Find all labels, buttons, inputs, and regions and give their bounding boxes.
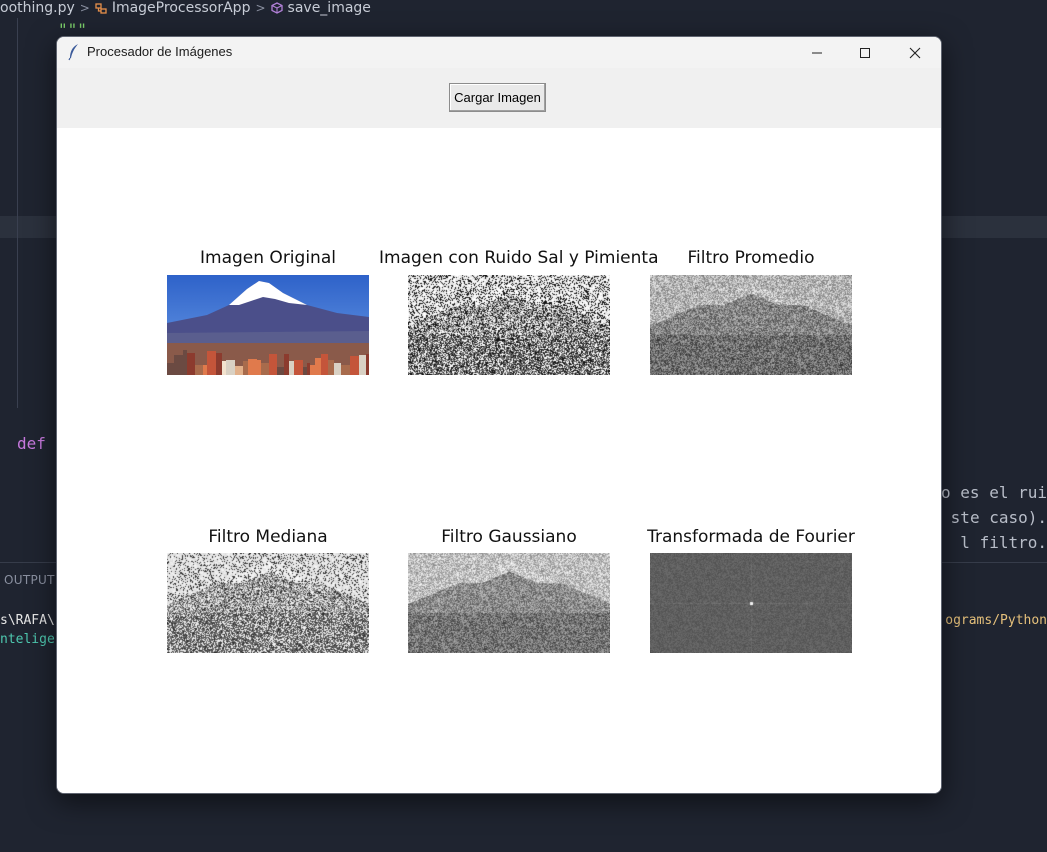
saltpepper-image xyxy=(408,275,610,375)
original-image xyxy=(167,275,369,375)
terminal-line-1: s\RAFA\ xyxy=(0,613,55,628)
maximize-icon xyxy=(860,47,870,58)
breadcrumb-class-label: ImageProcessorApp xyxy=(111,0,251,16)
terminal-line-2: nteliger xyxy=(0,632,63,647)
minimize-icon xyxy=(812,52,822,53)
image-cell-gaussian: Filtro Gaussiano xyxy=(379,527,639,657)
terminal-path: ograms/Python xyxy=(945,613,1047,628)
mean-canvas xyxy=(650,275,852,375)
city-buildings xyxy=(167,350,369,375)
indent-guide xyxy=(17,18,18,408)
fourier-transform-image xyxy=(650,553,852,653)
breadcrumb-file[interactable]: oothing.py xyxy=(0,0,75,16)
method-icon xyxy=(270,2,283,14)
image-processor-window: Procesador de Imágenes Cargar Imagen Ima… xyxy=(56,36,942,794)
breadcrumb-method-label: save_image xyxy=(287,0,371,16)
window-title: Procesador de Imágenes xyxy=(87,44,233,59)
mean-filter-image xyxy=(650,275,852,375)
title-bar[interactable]: Procesador de Imágenes xyxy=(57,37,941,68)
image-cell-mean: Filtro Promedio xyxy=(621,248,881,378)
breadcrumb-class[interactable]: ImageProcessorApp xyxy=(95,0,251,16)
image-label: Filtro Gaussiano xyxy=(441,527,577,547)
code-def-keyword: def xyxy=(17,434,46,453)
saltpepper-canvas xyxy=(408,275,610,375)
breadcrumb-method[interactable]: save_image xyxy=(270,0,371,16)
close-button[interactable] xyxy=(891,37,939,68)
feather-icon xyxy=(68,44,78,61)
output-tab[interactable]: OUTPUT xyxy=(4,573,55,587)
code-comment-line-1: o es el rui xyxy=(941,483,1047,502)
class-icon xyxy=(95,3,107,14)
median-filter-image xyxy=(167,553,369,653)
image-cell-original: Imagen Original xyxy=(138,248,398,378)
image-label: Imagen con Ruido Sal y Pimienta xyxy=(379,248,659,268)
gaussian-canvas xyxy=(408,553,610,653)
toolbar: Cargar Imagen xyxy=(57,68,941,128)
chevron-right-icon: > xyxy=(255,1,266,15)
image-label: Imagen Original xyxy=(200,248,336,268)
breadcrumb-file-label: oothing.py xyxy=(0,0,75,16)
image-label: Filtro Promedio xyxy=(687,248,815,268)
image-cell-median: Filtro Mediana xyxy=(138,527,398,657)
fourier-canvas xyxy=(650,553,852,653)
image-label: Transformada de Fourier xyxy=(647,527,855,547)
breadcrumb: oothing.py > ImageProcessorApp > save_im… xyxy=(0,0,371,16)
code-comment-line-3: l filtro. xyxy=(960,533,1047,552)
minimize-button[interactable] xyxy=(793,37,841,68)
maximize-button[interactable] xyxy=(841,37,889,68)
close-icon xyxy=(909,47,921,58)
median-canvas xyxy=(167,553,369,653)
image-grid: Imagen Original Imagen con Ruido Sal y P… xyxy=(57,128,941,793)
image-cell-saltpepper: Imagen con Ruido Sal y Pimienta xyxy=(379,248,659,378)
image-label: Filtro Mediana xyxy=(208,527,328,547)
gaussian-filter-image xyxy=(408,553,610,653)
chevron-right-icon: > xyxy=(79,1,90,15)
code-comment-line-2: ste caso). xyxy=(950,508,1047,527)
load-image-button[interactable]: Cargar Imagen xyxy=(449,83,546,112)
image-cell-fourier: Transformada de Fourier xyxy=(621,527,881,657)
